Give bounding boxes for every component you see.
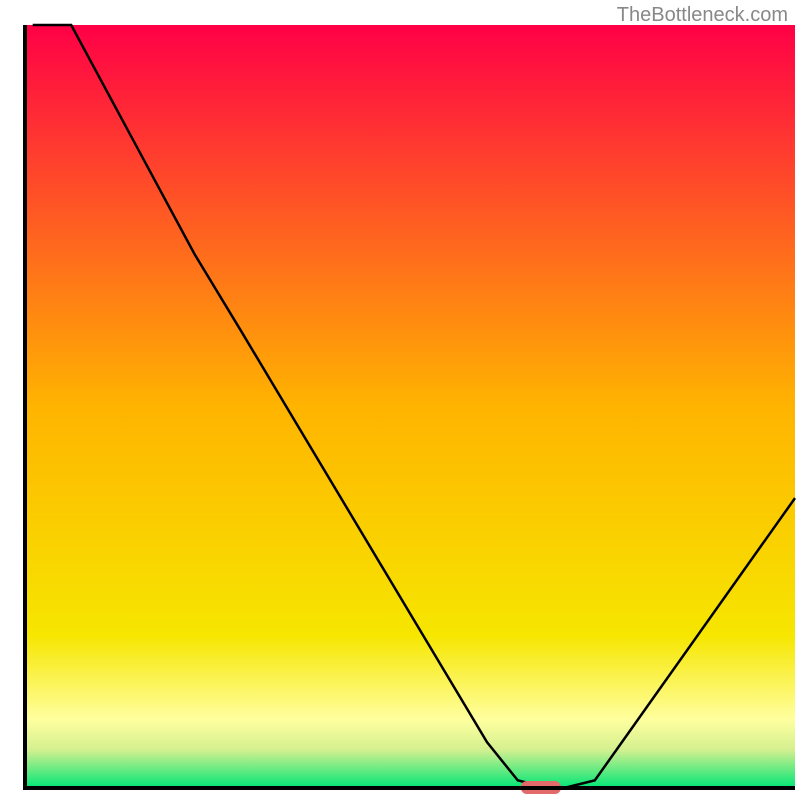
watermark-text: TheBottleneck.com (617, 4, 788, 27)
plot-background (25, 25, 795, 788)
bottleneck-chart: TheBottleneck.com (0, 0, 800, 800)
chart-svg (0, 0, 800, 800)
